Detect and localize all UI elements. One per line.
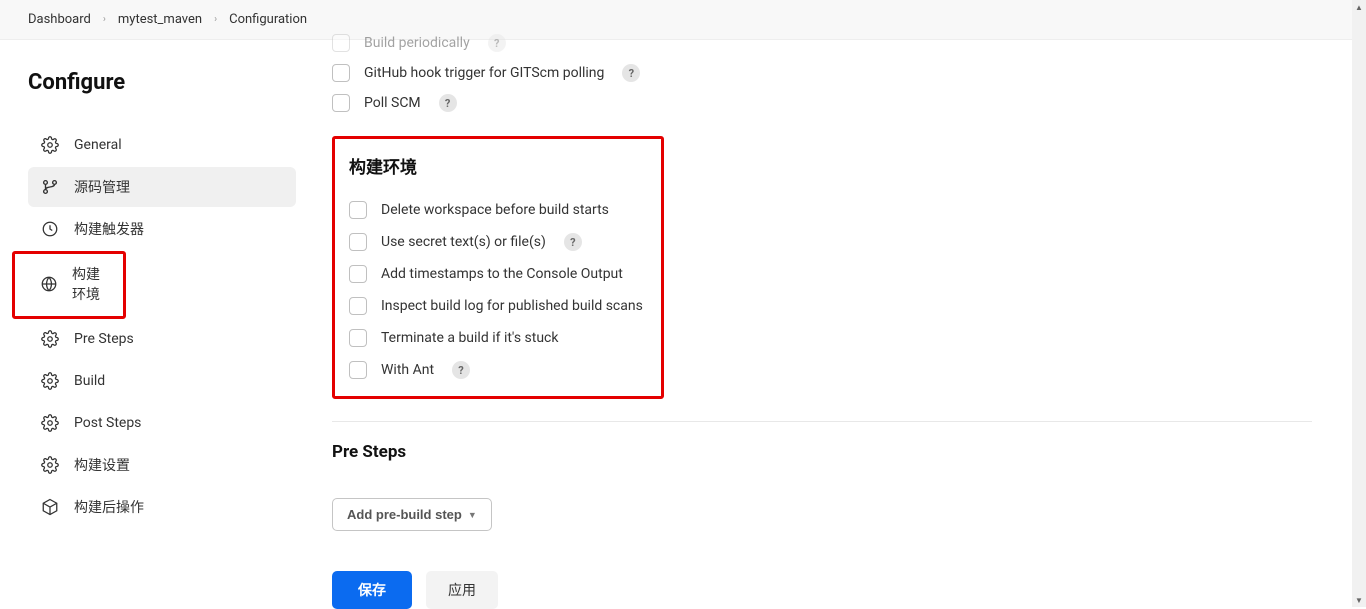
sidebar-item-build[interactable]: Build (28, 361, 296, 401)
button-label: Add pre-build step (347, 507, 462, 522)
trigger-github-hook-row: GitHub hook trigger for GITScm polling ? (332, 58, 1352, 88)
divider (332, 421, 1312, 422)
env-with-ant-row: With Ant ? (349, 354, 647, 386)
sidebar: Configure General 源码管理 构建触发器 构 (0, 40, 310, 607)
sidebar-item-triggers[interactable]: 构建触发器 (28, 209, 296, 249)
gear-icon (40, 413, 60, 433)
env-timestamps-row: Add timestamps to the Console Output (349, 258, 647, 290)
chevron-right-icon: › (103, 14, 106, 25)
trigger-label: Poll SCM (364, 95, 421, 111)
checkbox[interactable] (332, 64, 350, 82)
breadcrumb-project[interactable]: mytest_maven (118, 12, 202, 27)
sidebar-item-scm[interactable]: 源码管理 (28, 167, 296, 207)
help-icon[interactable]: ? (564, 233, 582, 251)
breadcrumb-dashboard[interactable]: Dashboard (28, 12, 91, 27)
help-icon[interactable]: ? (439, 94, 457, 112)
env-inspect-log-row: Inspect build log for published build sc… (349, 290, 647, 322)
sidebar-item-label: Build (74, 373, 105, 389)
gear-icon (40, 371, 60, 391)
main-content: Build periodically ? GitHub hook trigger… (310, 40, 1352, 607)
env-terminate-stuck-row: Terminate a build if it's stuck (349, 322, 647, 354)
section-title-build-env: 构建环境 (349, 153, 647, 178)
checkbox[interactable] (349, 361, 367, 379)
sidebar-item-label: Pre Steps (74, 331, 134, 347)
save-button[interactable]: 保存 (332, 571, 412, 609)
env-label: Inspect build log for published build sc… (381, 298, 643, 314)
gear-icon (40, 455, 60, 475)
chevron-right-icon: › (214, 14, 217, 25)
page-title: Configure (28, 70, 296, 95)
env-label: With Ant (381, 362, 434, 378)
chevron-down-icon: ▼ (468, 510, 477, 520)
env-label: Use secret text(s) or file(s) (381, 234, 546, 250)
help-icon[interactable]: ? (452, 361, 470, 379)
checkbox[interactable] (349, 297, 367, 315)
help-icon[interactable]: ? (622, 64, 640, 82)
checkbox[interactable] (332, 34, 350, 52)
sidebar-item-label: 构建触发器 (74, 219, 144, 239)
trigger-poll-scm-row: Poll SCM ? (332, 88, 1352, 118)
gear-icon (40, 329, 60, 349)
checkbox[interactable] (349, 329, 367, 347)
trigger-build-periodically-row: Build periodically ? (332, 28, 1352, 58)
help-icon[interactable]: ? (488, 34, 506, 52)
sidebar-item-label: 构建设置 (74, 455, 130, 475)
env-delete-workspace-row: Delete workspace before build starts (349, 194, 647, 226)
sidebar-item-label: Post Steps (74, 415, 141, 431)
branch-icon (40, 177, 60, 197)
footer-buttons: 保存 应用 (332, 571, 1352, 609)
sidebar-item-post-steps[interactable]: Post Steps (28, 403, 296, 443)
sidebar-item-label: 构建环境 (72, 264, 111, 304)
pre-steps-section: Pre Steps Add pre-build step ▼ (332, 442, 1352, 531)
sidebar-item-label: General (74, 137, 122, 153)
add-pre-build-step-button[interactable]: Add pre-build step ▼ (332, 498, 492, 531)
sidebar-item-pre-steps[interactable]: Pre Steps (28, 319, 296, 359)
env-secret-text-row: Use secret text(s) or file(s) ? (349, 226, 647, 258)
scrollbar[interactable]: ▲ ▼ (1352, 0, 1366, 607)
sidebar-item-general[interactable]: General (28, 125, 296, 165)
highlight-box-build-env: 构建环境 (12, 251, 126, 319)
env-label: Delete workspace before build starts (381, 202, 609, 218)
globe-icon (40, 274, 58, 294)
highlight-box-build-env-section: 构建环境 Delete workspace before build start… (332, 136, 664, 399)
trigger-label: Build periodically (364, 35, 470, 51)
checkbox[interactable] (349, 201, 367, 219)
section-title-pre-steps: Pre Steps (332, 442, 1352, 462)
package-icon (40, 497, 60, 517)
sidebar-item-post-build[interactable]: 构建后操作 (28, 487, 296, 527)
checkbox[interactable] (349, 265, 367, 283)
sidebar-item-label: 构建后操作 (74, 497, 144, 517)
checkbox[interactable] (332, 94, 350, 112)
scroll-up-icon[interactable]: ▲ (1352, 0, 1366, 14)
sidebar-item-label: 源码管理 (74, 177, 130, 197)
env-label: Terminate a build if it's stuck (381, 330, 558, 346)
breadcrumb-page[interactable]: Configuration (229, 12, 307, 27)
gear-icon (40, 135, 60, 155)
sidebar-item-build-settings[interactable]: 构建设置 (28, 445, 296, 485)
apply-button[interactable]: 应用 (426, 571, 498, 609)
trigger-label: GitHub hook trigger for GITScm polling (364, 65, 604, 81)
sidebar-item-build-env[interactable]: 构建环境 (28, 254, 123, 314)
checkbox[interactable] (349, 233, 367, 251)
env-label: Add timestamps to the Console Output (381, 266, 623, 282)
clock-icon (40, 219, 60, 239)
scroll-down-icon[interactable]: ▼ (1352, 593, 1366, 607)
